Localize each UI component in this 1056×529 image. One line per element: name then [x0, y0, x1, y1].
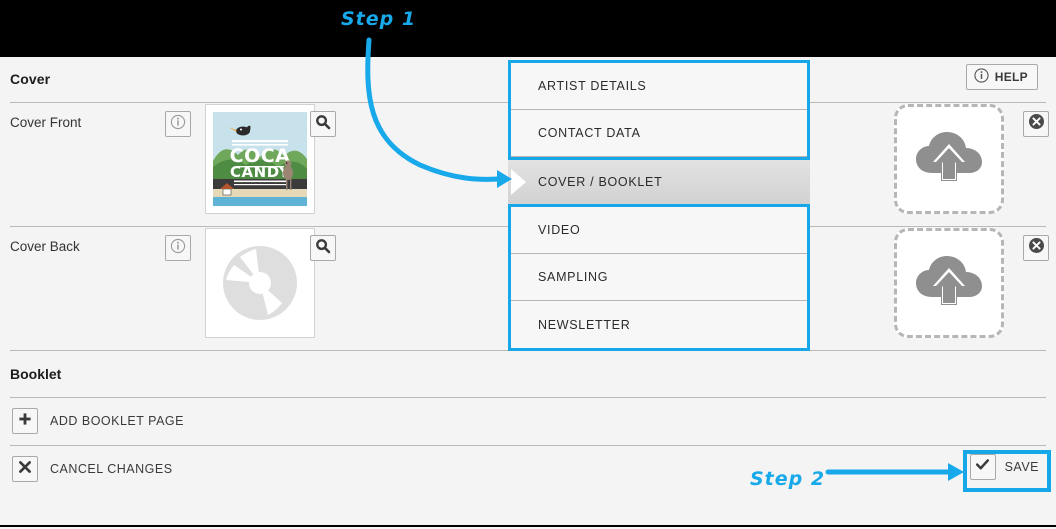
save-button-box	[969, 454, 996, 480]
cloud-upload-icon	[914, 129, 984, 190]
navigation-menu: ARTIST DETAILS CONTACT DATA COVER / BOOK…	[508, 60, 810, 351]
cover-back-thumbnail[interactable]	[205, 228, 315, 338]
cancel-changes-button[interactable]	[12, 456, 38, 482]
menu-item-contact-data[interactable]: CONTACT DATA	[511, 110, 807, 157]
menu-item-label: NEWSLETTER	[538, 317, 631, 332]
application-window: Cover HELP Cover Front COCA CANDY Cover …	[0, 0, 1056, 529]
menu-item-video[interactable]: VIDEO	[511, 207, 807, 254]
cover-front-delete-button[interactable]	[1023, 111, 1049, 137]
menu-item-label: VIDEO	[538, 223, 581, 237]
cover-back-info-button[interactable]	[165, 235, 191, 261]
menu-item-label: SAMPLING	[538, 270, 609, 284]
cover-back-label: Cover Back	[10, 239, 80, 254]
top-black-bar	[0, 0, 1056, 57]
checkmark-icon	[975, 457, 990, 477]
menu-item-sampling[interactable]: SAMPLING	[511, 254, 807, 301]
cover-front-zoom-button[interactable]	[310, 111, 336, 137]
cloud-upload-icon	[914, 253, 984, 314]
cover-back-zoom-button[interactable]	[310, 235, 336, 261]
cover-front-label: Cover Front	[10, 115, 82, 130]
booklet-section-header: Booklet	[10, 351, 1046, 398]
cover-front-thumbnail[interactable]: COCA CANDY	[205, 104, 315, 214]
magnifier-icon	[315, 114, 331, 135]
save-button-label: SAVE	[1004, 460, 1039, 474]
menu-item-newsletter[interactable]: NEWSLETTER	[511, 301, 807, 348]
menu-item-label: ARTIST DETAILS	[538, 79, 647, 93]
cover-front-upload-dropzone[interactable]	[894, 104, 1004, 214]
menu-item-artist-details[interactable]: ARTIST DETAILS	[511, 63, 807, 110]
delete-circle-icon	[1028, 113, 1045, 135]
add-booklet-page-label[interactable]: ADD BOOKLET PAGE	[50, 414, 184, 428]
info-circle-icon	[170, 238, 186, 259]
delete-circle-icon	[1028, 237, 1045, 259]
booklet-title: Booklet	[10, 366, 62, 382]
help-button[interactable]: HELP	[965, 64, 1038, 90]
magnifier-icon	[315, 238, 331, 259]
info-circle-icon	[974, 68, 989, 86]
cancel-changes-label[interactable]: CANCEL CHANGES	[50, 462, 173, 476]
plus-icon	[18, 412, 32, 431]
menu-item-label: CONTACT DATA	[538, 126, 641, 140]
menu-item-label: COVER / BOOKLET	[538, 175, 663, 189]
info-circle-icon	[170, 114, 186, 135]
x-icon	[18, 460, 32, 479]
cover-back-delete-button[interactable]	[1023, 235, 1049, 261]
menu-item-cover-booklet[interactable]: COVER / BOOKLET	[508, 157, 810, 207]
add-booklet-page-button[interactable]	[12, 408, 38, 434]
cover-back-upload-dropzone[interactable]	[894, 228, 1004, 338]
add-booklet-page-row: ADD BOOKLET PAGE	[10, 398, 1046, 446]
page-title: Cover	[10, 71, 51, 87]
cover-front-info-button[interactable]	[165, 111, 191, 137]
save-button[interactable]: SAVE	[969, 454, 1039, 480]
svg-text:CANDY: CANDY	[230, 163, 291, 181]
cancel-save-row: CANCEL CHANGES SAVE	[10, 446, 1046, 493]
help-button-label: HELP	[994, 70, 1028, 84]
